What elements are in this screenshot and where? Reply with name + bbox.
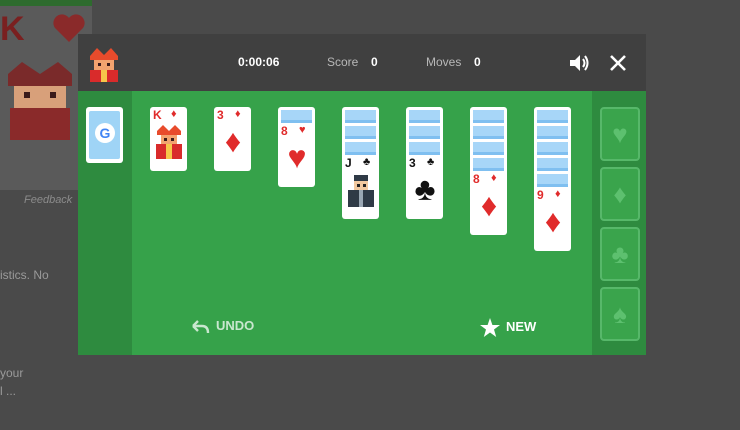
card-suit-icon: ♣	[363, 156, 371, 168]
moves-label: Moves	[426, 55, 462, 69]
face-up-card[interactable]: 8 ♥ ♥	[278, 123, 315, 187]
background-feedback-link[interactable]: Feedback	[24, 194, 72, 206]
card-suit-icon: ♦	[235, 108, 241, 120]
card-center-suit-icon: ♦	[544, 203, 562, 239]
stock-column: G	[78, 91, 132, 355]
undo-label: UNDO	[216, 318, 255, 333]
background-text: your	[0, 366, 24, 380]
foundation-slot[interactable]: ♦	[600, 167, 640, 221]
card-rank: K	[153, 108, 162, 122]
background-card-rank: K	[0, 10, 25, 48]
undo-button[interactable]: UNDO	[190, 318, 254, 334]
card-back-pattern: G	[89, 111, 120, 159]
card-center-suit-icon: ♦	[224, 123, 242, 159]
game-table: G K ♦ 3 ♦ ♦ 8 ♥ ♥ J ♣ 3 ♣ ♣ 8 ♦ ♦ 9 ♦ ♦ ♥ ♦ ♣ ♠ UNDO NEW	[78, 91, 646, 355]
face-up-card[interactable]: 3 ♣ ♣	[406, 155, 443, 219]
foundation-slot[interactable]: ♣	[600, 227, 640, 281]
card-rank: 3	[409, 156, 416, 170]
background-text: istics. No	[0, 268, 49, 282]
card-rank: 3	[217, 108, 224, 122]
face-up-card[interactable]: 9 ♦ ♦	[534, 187, 571, 251]
undo-icon	[192, 319, 210, 333]
card-suit-icon: ♥	[299, 124, 306, 136]
sound-icon[interactable]	[568, 52, 590, 74]
king-figure-icon	[156, 125, 182, 159]
foundation-slot[interactable]: ♥	[600, 107, 640, 161]
face-up-card[interactable]: K ♦	[150, 107, 187, 171]
game-timer: 0:00:06	[238, 55, 280, 69]
face-up-card[interactable]: J ♣	[342, 155, 379, 219]
card-rank: 9	[537, 188, 544, 202]
card-suit-icon: ♦	[555, 188, 561, 200]
club-icon: ♣	[611, 239, 629, 269]
close-icon[interactable]	[608, 53, 628, 73]
spade-icon: ♠	[613, 299, 627, 329]
solitaire-dialog: 0:00:06 Score 0 Moves 0 G K ♦ 3 ♦ ♦ 8 ♥ ♥ J ♣ 3 ♣ ♣ 8…	[78, 34, 646, 355]
card-rank: 8	[473, 172, 480, 186]
card-center-suit-icon: ♣	[414, 171, 436, 207]
card-center-suit-icon: ♥	[287, 139, 307, 175]
card-suit-icon: ♦	[171, 108, 177, 120]
foundation-slot[interactable]: ♠	[600, 287, 640, 341]
card-center-suit-icon: ♦	[480, 187, 498, 223]
new-label: NEW	[506, 318, 537, 334]
card-suit-icon: ♦	[491, 172, 497, 184]
game-header: 0:00:06 Score 0 Moves 0	[78, 34, 646, 91]
star-icon	[480, 318, 500, 337]
face-up-card[interactable]: 3 ♦ ♦	[214, 107, 251, 171]
card-suit-icon: ♣	[427, 156, 435, 168]
king-avatar-icon	[90, 48, 118, 82]
diamond-icon: ♦	[613, 179, 627, 209]
score-value: 0	[371, 55, 378, 69]
card-rank: J	[345, 156, 352, 170]
moves-value: 0	[474, 55, 481, 69]
background-strip	[0, 0, 92, 6]
jack-figure-icon	[348, 175, 374, 207]
new-game-button[interactable]: NEW	[480, 318, 536, 337]
heart-icon: ♥	[612, 119, 628, 149]
card-rank: 8	[281, 124, 288, 138]
stock-pile[interactable]: G	[86, 107, 123, 163]
face-up-card[interactable]: 8 ♦ ♦	[470, 171, 507, 235]
background-text: l ...	[0, 384, 17, 398]
background-king-icon	[8, 62, 72, 140]
score-label: Score	[327, 55, 359, 69]
google-logo-icon: G	[95, 123, 115, 143]
